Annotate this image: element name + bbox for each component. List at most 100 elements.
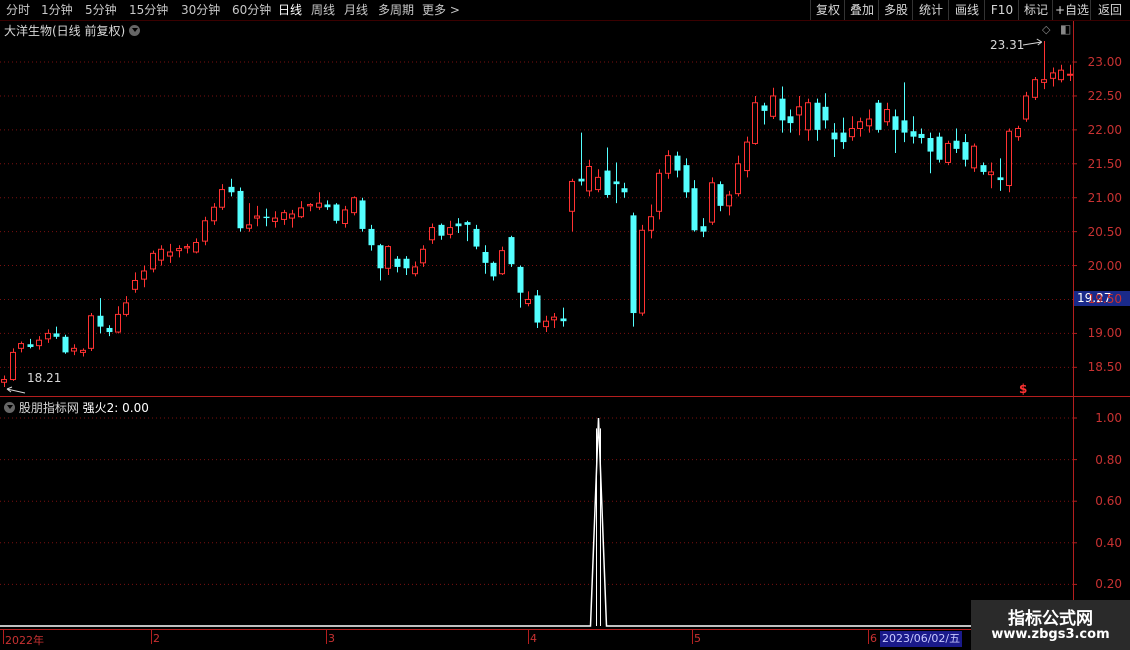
candle <box>1050 67 1056 87</box>
candle <box>884 102 890 126</box>
candle-body <box>45 332 51 340</box>
candle-body <box>123 302 129 315</box>
candle-body <box>281 212 287 220</box>
candle-body <box>674 155 681 171</box>
candle-body <box>726 194 732 207</box>
candle-body <box>464 222 471 225</box>
candle <box>726 190 732 216</box>
candle <box>193 238 199 254</box>
candle <box>368 224 375 251</box>
chevron-down-icon[interactable] <box>129 25 141 36</box>
candle-body <box>595 176 601 191</box>
candle <box>1023 91 1029 122</box>
candle <box>342 205 348 228</box>
candle-body <box>482 251 489 263</box>
candle-body <box>289 213 295 219</box>
candle <box>517 265 524 308</box>
cursor-date-tag: 2023/06/02/五 <box>880 631 963 647</box>
candle <box>377 243 384 281</box>
candle-body <box>892 116 899 130</box>
candle-body <box>272 217 278 222</box>
candle-body <box>604 170 611 196</box>
diamond-icon[interactable]: ◇ <box>1042 23 1050 36</box>
candle-body <box>1058 69 1064 81</box>
price-axis-tick: 19.50 <box>1087 292 1122 307</box>
candle-body <box>656 172 662 212</box>
candle-body <box>473 228 480 247</box>
candle-body <box>307 204 313 207</box>
indicator-axis-tick: 0.80 <box>1095 452 1122 467</box>
candle-body <box>254 215 260 219</box>
x-axis-label: 6 <box>870 632 877 645</box>
candle-body <box>263 216 270 219</box>
candle <box>351 196 357 216</box>
candle <box>875 100 882 133</box>
high-marker-label: 23.31 <box>990 38 1025 52</box>
candle-body <box>770 95 776 117</box>
candle-body <box>394 258 401 267</box>
candle <box>10 348 16 381</box>
candle-body <box>377 245 384 269</box>
candle-body <box>683 165 690 193</box>
candle-body <box>884 109 890 123</box>
candle-body <box>342 209 348 224</box>
candle-body <box>158 248 164 261</box>
kline-chart[interactable] <box>0 0 1130 650</box>
candle-body <box>927 138 934 152</box>
candle <box>639 224 645 316</box>
candle <box>438 223 445 240</box>
candle-body <box>237 190 244 229</box>
candle-body <box>805 102 811 131</box>
candle <box>1058 64 1064 83</box>
candle-body <box>875 102 882 130</box>
candle <box>752 95 758 145</box>
candle <box>482 245 489 274</box>
price-axis-tick: 22.00 <box>1087 122 1122 137</box>
candle-body <box>176 248 182 252</box>
candle <box>857 117 863 137</box>
candle-body <box>578 178 585 182</box>
candle <box>648 204 654 239</box>
candle <box>761 102 768 125</box>
price-axis-tick: 20.00 <box>1087 258 1122 273</box>
candle-body <box>403 258 410 269</box>
candle <box>307 203 313 212</box>
candle-body <box>298 207 304 218</box>
candle-body <box>551 316 557 321</box>
candle-body <box>936 136 943 160</box>
price-axis-tick: 21.50 <box>1087 156 1122 171</box>
candle <box>53 326 60 339</box>
candle-body <box>18 343 24 349</box>
candle-body <box>953 140 960 149</box>
candle <box>901 82 908 143</box>
candle <box>945 140 951 166</box>
candle-body <box>71 347 77 352</box>
candle <box>237 187 244 232</box>
candle-body <box>499 250 505 275</box>
candle <box>202 216 208 246</box>
chevron-down-icon[interactable] <box>4 402 15 413</box>
candle <box>866 109 872 133</box>
candle <box>910 116 917 144</box>
candle <box>359 197 366 232</box>
dollar-marker: $ <box>1019 382 1028 396</box>
candle <box>674 151 681 178</box>
candle <box>534 289 541 328</box>
candle <box>578 132 585 186</box>
candle <box>228 178 235 197</box>
candle <box>822 93 829 129</box>
low-marker-label: 18.21 <box>27 371 62 385</box>
candle <box>840 117 847 149</box>
candle-body <box>621 188 628 193</box>
candle-body <box>219 189 225 208</box>
indicator-axis-tick: 0.20 <box>1095 577 1122 592</box>
candle <box>412 261 418 277</box>
indicator-axis-tick: 1.00 <box>1095 411 1122 425</box>
candle <box>281 209 287 225</box>
candle <box>184 243 190 254</box>
candle-body <box>490 262 497 277</box>
candle-body <box>1006 130 1012 187</box>
candle <box>455 218 462 233</box>
panel-toggle-icon[interactable]: ◧ <box>1060 22 1071 36</box>
candle <box>167 243 173 263</box>
